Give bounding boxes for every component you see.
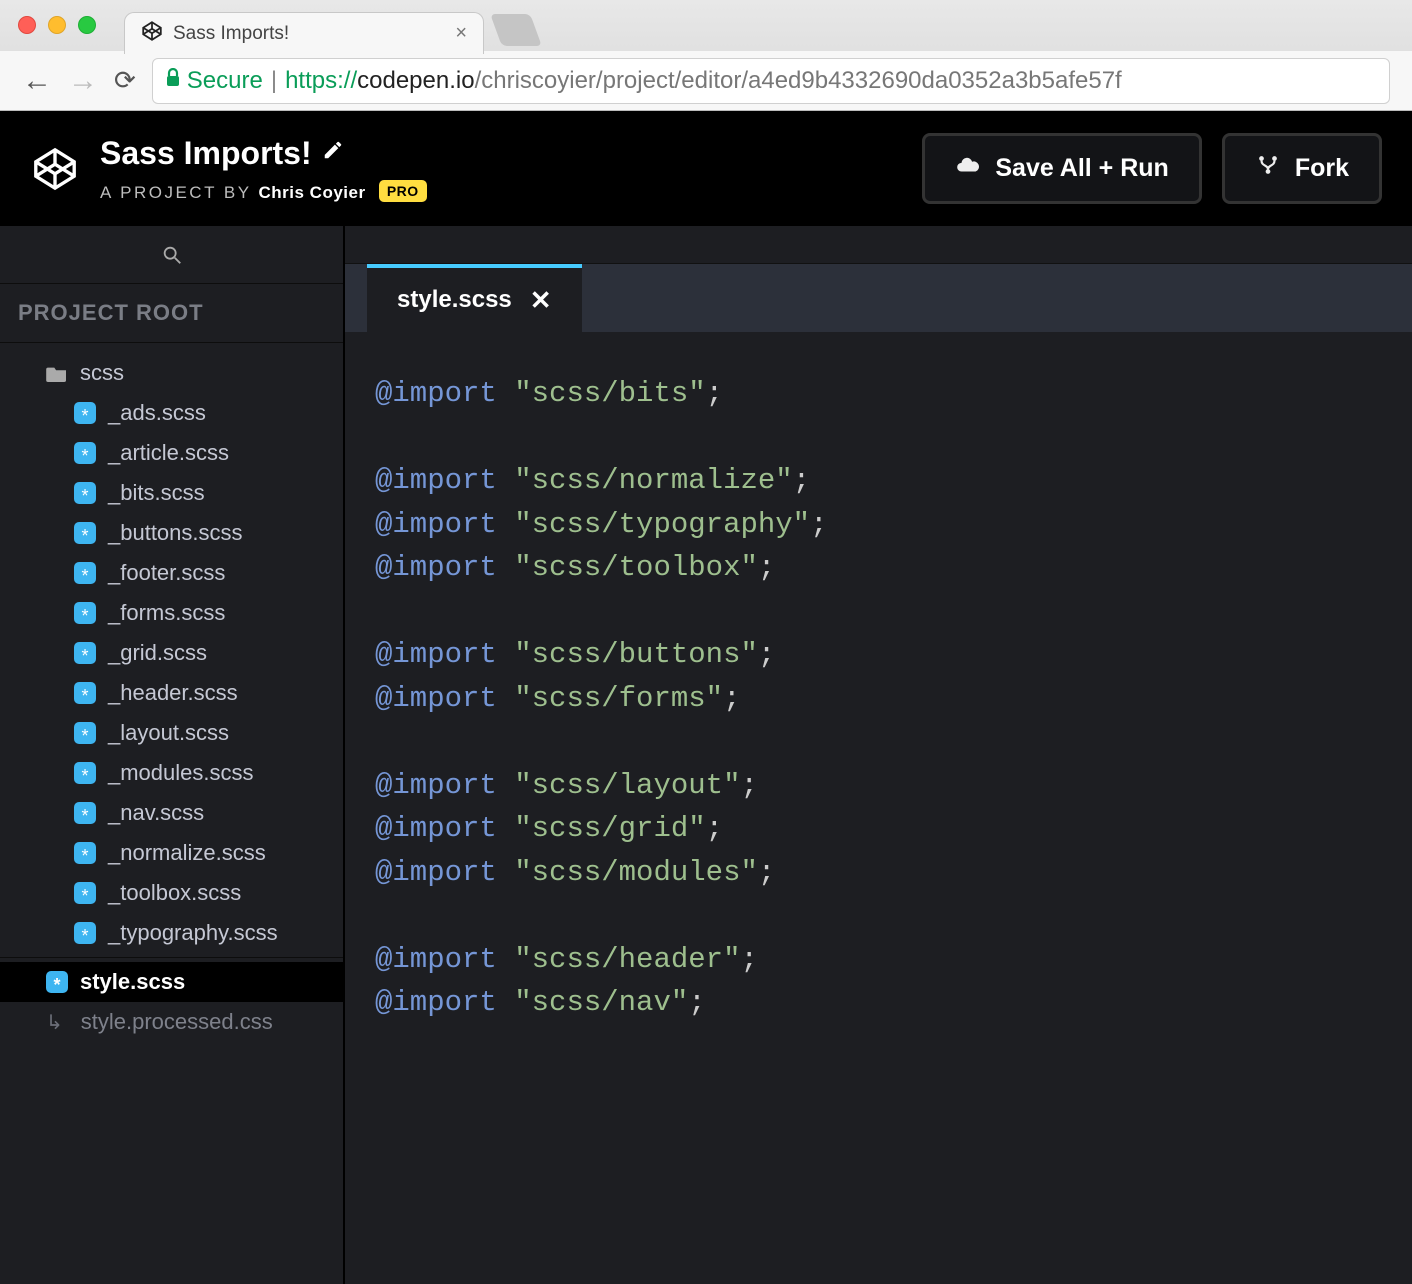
- scss-file-icon: [74, 642, 96, 664]
- secure-label: Secure: [187, 67, 263, 95]
- sidebar-item--forms-scss[interactable]: _forms.scss: [0, 593, 343, 633]
- file-label: _normalize.scss: [108, 840, 266, 866]
- app-header: Sass Imports! A PROJECT BY Chris Coyier …: [0, 111, 1412, 226]
- save-all-run-button[interactable]: Save All + Run: [922, 133, 1201, 204]
- sidebar-item--grid-scss[interactable]: _grid.scss: [0, 633, 343, 673]
- scss-file-icon: [74, 922, 96, 944]
- file-label: _header.scss: [108, 680, 238, 706]
- pro-badge: PRO: [379, 180, 427, 202]
- editor-tab-style-scss[interactable]: style.scss ✕: [367, 264, 582, 332]
- window-controls: [18, 16, 96, 34]
- lock-icon: [165, 68, 181, 94]
- browser-tab[interactable]: Sass Imports! ×: [124, 12, 484, 54]
- fork-button-label: Fork: [1295, 154, 1349, 183]
- close-tab-icon[interactable]: ✕: [530, 285, 552, 316]
- file-label: _ads.scss: [108, 400, 206, 426]
- scss-file-icon: [74, 842, 96, 864]
- subfile-arrow-icon: ↳: [46, 1010, 63, 1035]
- editor-area: style.scss ✕ @import "scss/bits"; @impor…: [345, 226, 1412, 1284]
- scss-file-icon: [74, 442, 96, 464]
- scss-file-icon: [74, 882, 96, 904]
- sidebar-item-processed-css[interactable]: ↳ style.processed.css: [0, 1002, 343, 1042]
- file-label: _buttons.scss: [108, 520, 243, 546]
- reload-button[interactable]: ⟳: [114, 65, 136, 96]
- scss-file-icon: [74, 682, 96, 704]
- sidebar-item--buttons-scss[interactable]: _buttons.scss: [0, 513, 343, 553]
- browser-chrome: Sass Imports! × ← → ⟳ Secure | https://c…: [0, 0, 1412, 111]
- folder-scss[interactable]: scss: [0, 353, 343, 393]
- scss-file-icon: [74, 562, 96, 584]
- folder-icon: [46, 364, 68, 382]
- file-label: style.processed.css: [81, 1009, 273, 1035]
- address-bar[interactable]: Secure | https://codepen.io/chriscoyier/…: [152, 58, 1390, 104]
- sidebar-item--toolbox-scss[interactable]: _toolbox.scss: [0, 873, 343, 913]
- tab-close-icon[interactable]: ×: [455, 22, 467, 45]
- file-label: _typography.scss: [108, 920, 278, 946]
- project-root-label: PROJECT ROOT: [0, 284, 343, 343]
- file-label: _toolbox.scss: [108, 880, 241, 906]
- sidebar-item--footer-scss[interactable]: _footer.scss: [0, 553, 343, 593]
- sidebar-item--ads-scss[interactable]: _ads.scss: [0, 393, 343, 433]
- sidebar-item--header-scss[interactable]: _header.scss: [0, 673, 343, 713]
- close-window-icon[interactable]: [18, 16, 36, 34]
- sidebar-item-style-scss[interactable]: style.scss: [0, 962, 343, 1002]
- byline-author[interactable]: Chris Coyier: [258, 183, 365, 202]
- byline-prefix: A PROJECT BY: [100, 183, 251, 202]
- scss-file-icon: [74, 602, 96, 624]
- sidebar-item--bits-scss[interactable]: _bits.scss: [0, 473, 343, 513]
- fork-icon: [1255, 152, 1281, 185]
- project-title: Sass Imports!: [100, 135, 312, 172]
- url-path: /chriscoyier/project/editor/a4ed9b433269…: [475, 67, 1122, 95]
- url-protocol: https://: [285, 67, 357, 95]
- scss-file-icon: [74, 722, 96, 744]
- editor-tabs: style.scss ✕: [345, 264, 1412, 332]
- sidebar-item--layout-scss[interactable]: _layout.scss: [0, 713, 343, 753]
- file-search-button[interactable]: [0, 226, 343, 284]
- editor-tab-label: style.scss: [397, 286, 512, 314]
- code-editor[interactable]: @import "scss/bits"; @import "scss/norma…: [345, 332, 1412, 1284]
- edit-pencil-icon[interactable]: [322, 139, 344, 167]
- scss-file-icon: [46, 971, 68, 993]
- file-label: _nav.scss: [108, 800, 204, 826]
- fork-button[interactable]: Fork: [1222, 133, 1382, 204]
- scss-file-icon: [74, 762, 96, 784]
- sidebar-item--article-scss[interactable]: _article.scss: [0, 433, 343, 473]
- browser-tab-label: Sass Imports!: [173, 23, 445, 45]
- maximize-window-icon[interactable]: [78, 16, 96, 34]
- file-tree: scss _ads.scss _article.scss _bits.scss _bu…: [0, 343, 343, 1042]
- cloud-icon: [955, 152, 981, 185]
- sidebar-item--normalize-scss[interactable]: _normalize.scss: [0, 833, 343, 873]
- url-host: codepen.io: [357, 67, 474, 95]
- new-tab-button[interactable]: [490, 14, 542, 46]
- minimize-window-icon[interactable]: [48, 16, 66, 34]
- file-label: style.scss: [80, 969, 185, 995]
- codepen-favicon-icon: [141, 20, 163, 47]
- codepen-logo-icon[interactable]: [30, 144, 80, 194]
- scss-file-icon: [74, 482, 96, 504]
- scss-file-icon: [74, 802, 96, 824]
- file-label: _footer.scss: [108, 560, 225, 586]
- folder-label: scss: [80, 360, 124, 386]
- save-button-label: Save All + Run: [995, 154, 1168, 183]
- file-label: _bits.scss: [108, 480, 205, 506]
- search-icon: [161, 244, 183, 266]
- sidebar: PROJECT ROOT scss _ads.scss _article.scss…: [0, 226, 345, 1284]
- file-label: _grid.scss: [108, 640, 207, 666]
- sidebar-item--nav-scss[interactable]: _nav.scss: [0, 793, 343, 833]
- back-button[interactable]: ←: [22, 64, 52, 98]
- file-label: _modules.scss: [108, 760, 254, 786]
- scss-file-icon: [74, 522, 96, 544]
- forward-button[interactable]: →: [68, 64, 98, 98]
- file-label: _layout.scss: [108, 720, 229, 746]
- sidebar-item--typography-scss[interactable]: _typography.scss: [0, 913, 343, 953]
- file-label: _article.scss: [108, 440, 229, 466]
- sidebar-item--modules-scss[interactable]: _modules.scss: [0, 753, 343, 793]
- scss-file-icon: [74, 402, 96, 424]
- file-label: _forms.scss: [108, 600, 225, 626]
